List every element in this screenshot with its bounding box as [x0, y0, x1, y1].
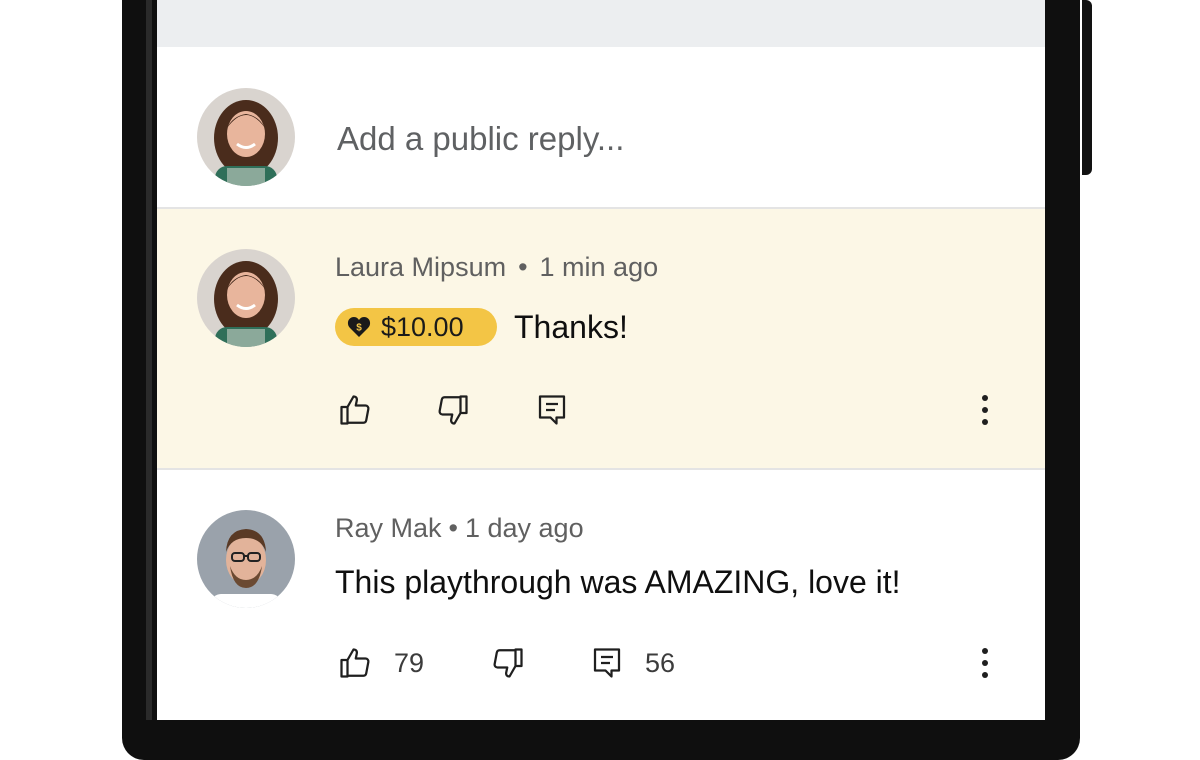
super-thanks-amount: $10.00 [381, 311, 464, 342]
reply-composer [157, 47, 1045, 207]
reply-input[interactable] [335, 119, 939, 159]
comment-time[interactable]: 1 day ago [465, 513, 584, 543]
comment-text: Thanks! [514, 309, 628, 345]
phone-bezel [146, 0, 152, 720]
thumb-up-icon[interactable] [337, 392, 373, 428]
comment-author[interactable]: Ray Mak [335, 513, 442, 543]
meta-separator: • [448, 513, 458, 543]
svg-text:$: $ [356, 323, 362, 334]
super-thanks-chip: $ $10.00 [335, 308, 497, 346]
reply-count: 56 [645, 648, 676, 678]
comment-meta: Ray Mak • 1 day ago [335, 513, 584, 544]
reply-icon[interactable] [534, 392, 570, 428]
comment-time[interactable]: 1 min ago [540, 252, 659, 282]
comment-author-avatar[interactable] [197, 249, 295, 347]
like-count: 79 [394, 648, 425, 678]
comment-author-avatar[interactable] [197, 510, 295, 608]
comments-screen: Laura Mipsum • 1 min ago $ $10.00 Thanks! [157, 0, 1045, 720]
thumb-up-icon[interactable] [337, 645, 373, 681]
more-vert-icon[interactable] [979, 392, 991, 428]
top-strip [157, 0, 1045, 47]
comment-text: This playthrough was AMAZING, love it! [335, 564, 901, 600]
comment-author[interactable]: Laura Mipsum [335, 252, 506, 282]
more-vert-icon[interactable] [979, 645, 991, 681]
thumb-down-icon[interactable] [490, 645, 526, 681]
meta-separator: • [518, 252, 528, 282]
reply-icon[interactable] [589, 645, 625, 681]
current-user-avatar [197, 88, 295, 186]
heart-dollar-icon: $ [347, 317, 371, 337]
comment-item: Ray Mak • 1 day ago This playthrough was A… [157, 470, 1045, 720]
comment-meta: Laura Mipsum • 1 min ago [335, 252, 658, 283]
phone-side-button [1082, 0, 1092, 175]
comment-item-super-thanks: Laura Mipsum • 1 min ago $ $10.00 Thanks! [157, 209, 1045, 468]
thumb-down-icon[interactable] [435, 392, 471, 428]
